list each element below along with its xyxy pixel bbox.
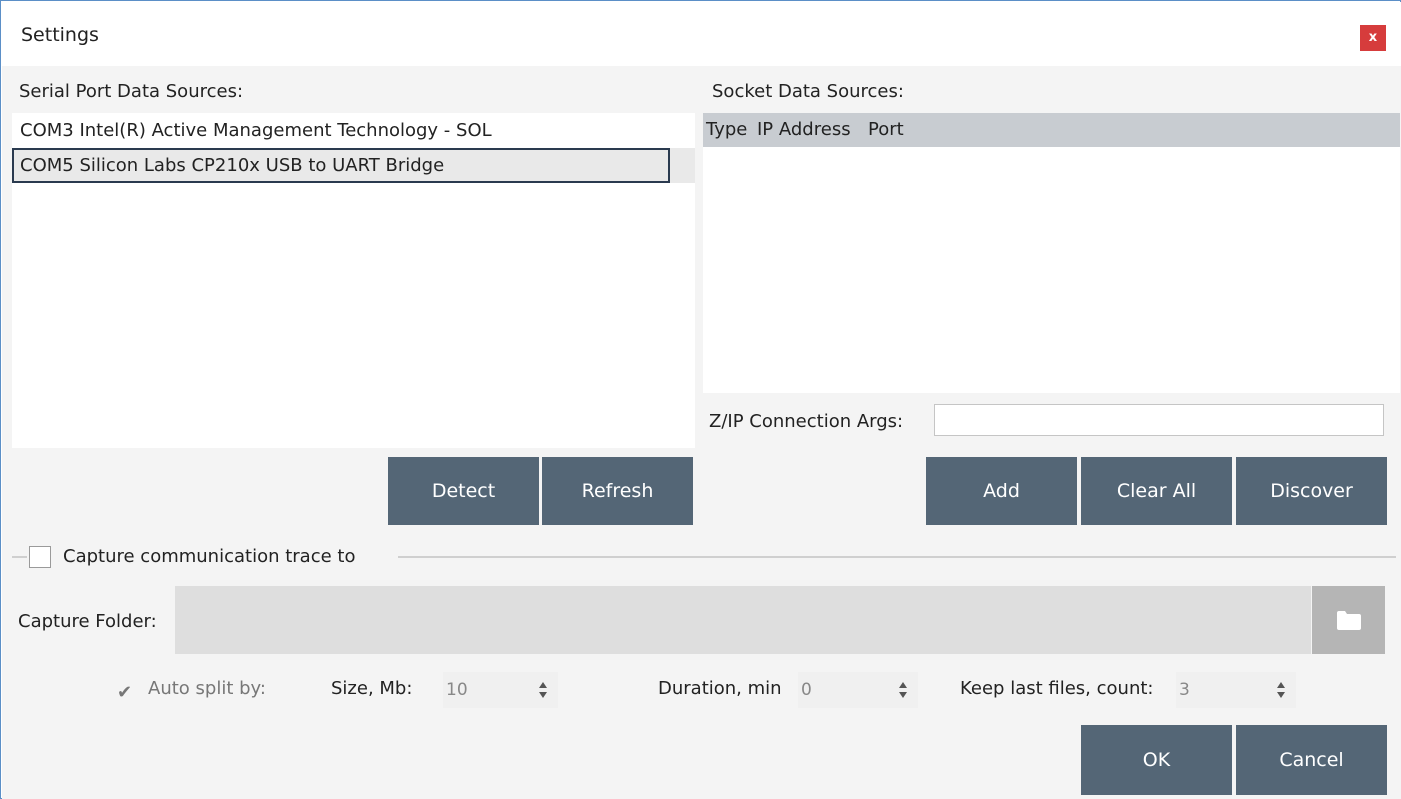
keep-files-label: Keep last files, count: [960,678,1154,699]
capture-folder-field[interactable] [175,586,1311,654]
group-divider [398,556,1396,558]
socket-sources-label: Socket Data Sources: [712,81,904,102]
folder-icon [1337,611,1361,630]
list-item[interactable]: COM3 Intel(R) Active Management Technolo… [12,113,695,148]
zip-args-label: Z/IP Connection Args: [709,411,904,432]
settings-window: Settings x Serial Port Data Sources: Soc… [0,0,1401,799]
column-header-port[interactable]: Port [868,113,904,147]
close-button[interactable]: x [1360,25,1386,51]
capture-trace-checkbox[interactable] [29,546,51,568]
size-mb-value: 10 [446,680,468,700]
keep-files-value: 3 [1179,680,1190,700]
capture-trace-label[interactable]: Capture communication trace to [63,546,355,567]
settings-content: Serial Port Data Sources: Socket Data So… [2,66,1401,799]
keep-files-stepper[interactable]: 3 [1176,672,1296,708]
detect-button[interactable]: Detect [388,457,539,525]
spinner-arrows-icon[interactable] [1276,681,1286,699]
group-divider [12,556,27,558]
list-item-text: COM3 Intel(R) Active Management Technolo… [20,120,492,141]
grid-header: Type IP Address Port [703,113,1400,147]
spinner-arrows-icon[interactable] [898,681,908,699]
clear-all-button[interactable]: Clear All [1081,457,1232,525]
duration-min-value: 0 [801,680,812,700]
auto-split-checkbox[interactable]: ✔ [117,682,132,703]
ok-button[interactable]: OK [1081,725,1232,795]
spinner-arrows-icon[interactable] [538,681,548,699]
window-title: Settings [21,24,99,46]
serial-sources-label: Serial Port Data Sources: [19,81,244,102]
capture-folder-label: Capture Folder: [18,611,157,632]
socket-sources-grid[interactable]: Type IP Address Port [703,113,1400,393]
title-bar: Settings x [2,2,1401,66]
list-item-selected[interactable]: COM5 Silicon Labs CP210x USB to UART Bri… [12,148,695,183]
zip-args-input[interactable] [934,404,1384,436]
serial-port-list[interactable]: COM3 Intel(R) Active Management Technolo… [12,113,695,448]
cancel-button[interactable]: Cancel [1236,725,1387,795]
column-header-type[interactable]: Type [706,113,747,147]
checkmark-icon: ✔ [117,682,133,703]
close-icon: x [1368,30,1378,45]
discover-button[interactable]: Discover [1236,457,1387,525]
add-button[interactable]: Add [926,457,1077,525]
column-header-ip-address[interactable]: IP Address [757,113,851,147]
list-item-text: COM5 Silicon Labs CP210x USB to UART Bri… [20,155,445,176]
size-mb-label: Size, Mb: [331,678,413,699]
size-mb-stepper[interactable]: 10 [443,672,558,708]
auto-split-label: Auto split by: [148,678,266,699]
duration-min-stepper[interactable]: 0 [798,672,918,708]
refresh-button[interactable]: Refresh [542,457,693,525]
browse-folder-button[interactable] [1312,586,1385,654]
duration-min-label: Duration, min [658,678,782,699]
